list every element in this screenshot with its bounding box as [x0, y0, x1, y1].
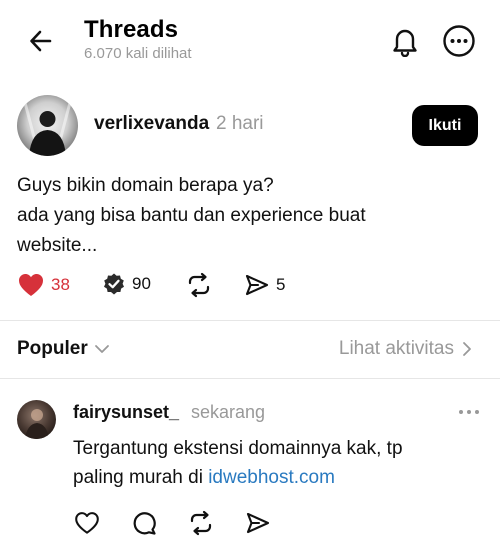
- share-button[interactable]: 5: [244, 272, 285, 298]
- post-text-line: ada yang bisa bantu dan experience buat: [17, 205, 366, 226]
- back-button[interactable]: [26, 26, 56, 56]
- sort-dropdown[interactable]: Populer: [17, 338, 112, 360]
- reply-repost-button[interactable]: [186, 508, 216, 538]
- post-author-avatar[interactable]: [17, 95, 78, 156]
- repost-icon: [190, 510, 212, 536]
- more-options-button[interactable]: [440, 22, 478, 60]
- reply-like-button[interactable]: [72, 508, 102, 538]
- more-horizontal-icon: [459, 410, 479, 414]
- reply-more-button[interactable]: [455, 402, 483, 422]
- reply-timestamp: sekarang: [191, 402, 266, 422]
- divider: [0, 378, 500, 379]
- reply-author-username[interactable]: fairysunset_: [73, 402, 179, 423]
- repost-icon: [188, 272, 210, 298]
- like-button[interactable]: 38: [17, 272, 70, 298]
- reply-author-avatar[interactable]: [17, 400, 56, 439]
- arrow-left-icon: [30, 30, 52, 52]
- send-icon: [245, 274, 269, 296]
- quote-count-button[interactable]: 90: [102, 272, 151, 296]
- top-bar: Threads 6.070 kali dilihat: [0, 0, 500, 80]
- reply-text-line: Tergantung ekstensi domainnya kak, tp: [73, 438, 403, 459]
- chevron-right-icon: [463, 342, 471, 356]
- post-text-line: website...: [17, 235, 98, 256]
- post-timestamp: 2 hari: [216, 113, 264, 134]
- check-badge-icon: [104, 273, 124, 295]
- divider: [0, 320, 500, 321]
- reply-comment-button[interactable]: [129, 508, 159, 538]
- comment-bubble-icon: [133, 512, 156, 535]
- reply-body: Tergantung ekstensi domainnya kak, tp pa…: [73, 434, 403, 492]
- notifications-button[interactable]: [386, 22, 424, 60]
- view-activity-link[interactable]: Lihat aktivitas: [339, 338, 476, 360]
- heart-filled-icon: [19, 274, 43, 296]
- reply-share-button[interactable]: [243, 508, 273, 538]
- bell-icon: [393, 29, 417, 57]
- page-title: Threads: [84, 16, 179, 43]
- reply-text-prefix: paling murah di: [73, 467, 209, 488]
- chevron-down-icon: [94, 345, 109, 353]
- repost-button[interactable]: [186, 272, 212, 298]
- post-text-line: Guys bikin domain berapa ya?: [17, 175, 274, 196]
- sort-label: Populer: [17, 338, 88, 359]
- view-count: 6.070 kali dilihat: [84, 45, 192, 62]
- view-activity-label: Lihat aktivitas: [338, 338, 454, 359]
- more-horizontal-circle-icon: [443, 25, 475, 57]
- share-count: 5: [276, 275, 286, 294]
- quote-count: 90: [132, 274, 151, 293]
- reply-text-line: paling murah di idwebhost.com: [73, 463, 403, 492]
- reply-link[interactable]: idwebhost.com: [208, 467, 335, 488]
- like-count: 38: [51, 275, 70, 294]
- heart-icon: [75, 512, 99, 534]
- follow-button[interactable]: Ikuti: [412, 105, 478, 146]
- post-author-username[interactable]: verlixevanda: [94, 113, 209, 135]
- send-icon: [246, 512, 270, 534]
- post-body: Guys bikin domain berapa ya? ada yang bi…: [17, 171, 477, 261]
